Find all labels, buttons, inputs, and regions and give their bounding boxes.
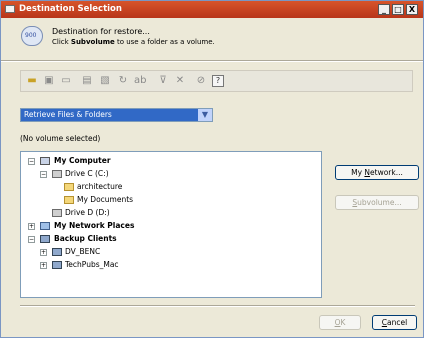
subvolume-label-post: ubvolume... — [357, 198, 402, 207]
tree-item-backup-clients[interactable]: Backup Clients — [54, 234, 117, 243]
ok-button[interactable]: OK — [319, 315, 361, 330]
text-icon[interactable]: ab — [134, 75, 146, 87]
expand-icon[interactable]: + — [40, 249, 47, 256]
title-bar[interactable]: Destination Selection _ □ X — [1, 1, 423, 18]
collapse-icon[interactable]: − — [40, 171, 47, 178]
volume-status: (No volume selected) — [20, 134, 101, 143]
collapse-icon[interactable]: − — [28, 236, 35, 243]
tree-item-my-documents[interactable]: My Documents — [77, 195, 133, 204]
properties-icon[interactable]: ▤ — [81, 75, 93, 87]
tree-item-client-techpubs-mac[interactable]: TechPubs_Mac — [65, 260, 119, 269]
backup-clients-icon — [40, 235, 50, 243]
tree-item-network-places[interactable]: My Network Places — [54, 221, 134, 230]
header-subtitle-bold: Subvolume — [70, 38, 115, 46]
expand-icon[interactable]: + — [28, 223, 35, 230]
delete-icon[interactable]: ✕ — [174, 75, 186, 87]
network-icon — [40, 222, 50, 230]
close-button[interactable]: X — [406, 4, 418, 15]
destination-selection-window: Destination Selection _ □ X 900 Destinat… — [0, 0, 424, 338]
volume-tree[interactable]: − My Computer − Drive C (C:) architectur… — [20, 151, 322, 298]
client-icon — [52, 261, 62, 269]
header-subtitle: Click Subvolume to use a folder as a vol… — [52, 38, 215, 46]
tree-item-drive-d[interactable]: Drive D (D:) — [65, 208, 110, 217]
tree-item-my-computer[interactable]: My Computer — [54, 156, 111, 165]
help-icon[interactable]: ? — [212, 75, 224, 87]
restore-type-select[interactable]: Retrieve Files & Folders ▼ — [20, 108, 213, 122]
my-network-button[interactable]: My Network... — [335, 165, 419, 180]
cancel-label-post: ancel — [387, 318, 408, 327]
chevron-down-icon[interactable]: ▼ — [198, 109, 212, 121]
ok-label-post: K — [340, 318, 346, 327]
header-title: Destination for restore... — [52, 27, 150, 36]
header-subtitle-suffix: to use a folder as a volume. — [114, 38, 215, 46]
drive-icon — [52, 209, 62, 217]
window-title: Destination Selection — [19, 4, 122, 14]
client-icon — [52, 248, 62, 256]
header-divider — [1, 60, 423, 62]
folder-icon — [64, 196, 74, 204]
my-network-label-pre: My — [351, 168, 365, 177]
my-network-label-post: etwork... — [370, 168, 403, 177]
link-icon[interactable]: ↻ — [117, 75, 129, 87]
collapse-icon[interactable]: − — [28, 158, 35, 165]
folder-open-icon[interactable]: ▬ — [26, 75, 38, 87]
minimize-button[interactable]: _ — [378, 4, 390, 15]
restore-type-value: Retrieve Files & Folders — [24, 110, 112, 119]
folder-icon — [64, 183, 74, 191]
unlink-icon[interactable]: ⊘ — [195, 75, 207, 87]
rename-icon[interactable]: ▧ — [99, 75, 111, 87]
toolbar: ▬ ▣ ▭ ▤ ▧ ↻ ab ⊽ ✕ ⊘ ? — [20, 70, 413, 92]
computer-icon — [40, 157, 50, 165]
tree-item-client-dv-benc[interactable]: DV_BENC — [65, 247, 100, 256]
filter-icon[interactable]: ⊽ — [157, 75, 169, 87]
map-icon[interactable]: ▭ — [60, 75, 72, 87]
drive-icon — [52, 170, 62, 178]
cancel-button[interactable]: Cancel — [372, 315, 417, 330]
maximize-button[interactable]: □ — [392, 4, 404, 15]
restore-destination-icon: 900 — [21, 26, 43, 46]
expand-icon[interactable]: + — [40, 262, 47, 269]
subvolume-button[interactable]: Subvolume... — [335, 195, 419, 210]
refresh-icon[interactable]: ▣ — [43, 75, 55, 87]
tree-item-architecture[interactable]: architecture — [77, 182, 122, 191]
window-app-icon — [5, 5, 15, 13]
footer-divider — [20, 305, 415, 307]
tree-item-drive-c[interactable]: Drive C (C:) — [65, 169, 109, 178]
header-subtitle-prefix: Click — [52, 38, 71, 46]
